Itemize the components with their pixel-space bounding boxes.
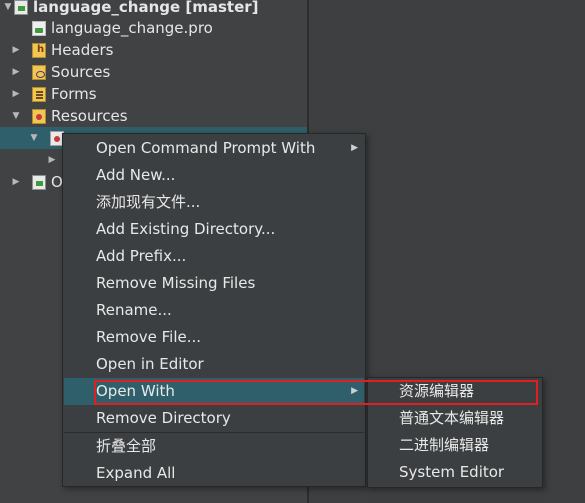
menu-item-label: Add New... [96, 166, 176, 184]
submenu-item-system-editor[interactable]: System Editor [369, 459, 541, 486]
menu-item-label: 折叠全部 [96, 437, 157, 455]
menu-item-remove-directory[interactable]: Remove Directory [64, 405, 364, 432]
chevron-down-icon[interactable]: ▼ [11, 105, 21, 127]
tree-item-label: Headers [51, 41, 114, 59]
tree-item-headers[interactable]: ▶ Headers [0, 39, 307, 61]
menu-item-remove-file[interactable]: Remove File... [64, 324, 364, 351]
submenu-item-label: 普通文本编辑器 [399, 409, 505, 427]
menu-item-label: 添加现有文件... [96, 193, 201, 211]
submenu-item-binary-editor[interactable]: 二进制编辑器 [369, 432, 541, 459]
chevron-right-icon[interactable]: ▶ [11, 61, 21, 83]
tree-item-label: Sources [51, 63, 111, 81]
menu-item-open-in-editor[interactable]: Open in Editor [64, 351, 364, 378]
menu-item-expand-all[interactable]: Expand All [64, 460, 364, 487]
menu-item-label: Expand All [96, 464, 176, 482]
menu-item-collapse-all[interactable]: 折叠全部 [64, 433, 364, 460]
other-files-icon [32, 175, 46, 190]
sources-folder-icon [32, 65, 46, 80]
submenu-item-label: System Editor [399, 463, 505, 481]
menu-item-add-existing-directory[interactable]: Add Existing Directory... [64, 216, 364, 243]
forms-folder-icon [32, 87, 46, 102]
tree-item-label: Forms [51, 85, 97, 103]
chevron-right-icon[interactable]: ▶ [11, 171, 21, 193]
tree-item-forms[interactable]: ▶ Forms [0, 83, 307, 105]
chevron-right-icon[interactable]: ▶ [47, 149, 57, 171]
menu-item-add-new[interactable]: Add New... [64, 162, 364, 189]
tree-item-label: language_change.pro [51, 19, 213, 37]
chevron-right-icon[interactable]: ▶ [11, 39, 21, 61]
tree-item-label: Resources [51, 107, 128, 125]
submenu-arrow-icon: ▶ [351, 143, 358, 153]
menu-item-label: Remove File... [96, 328, 202, 346]
submenu-item-plain-text-editor[interactable]: 普通文本编辑器 [369, 405, 541, 432]
annotation-highlight-box [94, 380, 538, 405]
menu-item-add-existing-files[interactable]: 添加现有文件... [64, 189, 364, 216]
pro-file-icon [32, 21, 46, 36]
menu-item-remove-missing-files[interactable]: Remove Missing Files [64, 270, 364, 297]
context-menu: Open Command Prompt With ▶ Add New... 添加… [62, 133, 366, 487]
menu-item-label: Open in Editor [96, 355, 204, 373]
menu-item-add-prefix[interactable]: Add Prefix... [64, 243, 364, 270]
chevron-right-icon[interactable]: ▶ [11, 83, 21, 105]
menu-item-label: Add Existing Directory... [96, 220, 276, 238]
menu-item-label: Remove Missing Files [96, 274, 256, 292]
resources-folder-icon [32, 109, 46, 124]
tree-item-resources[interactable]: ▼ Resources [0, 105, 307, 127]
menu-item-label: Add Prefix... [96, 247, 187, 265]
menu-item-label: Rename... [96, 301, 172, 319]
tree-item-sources[interactable]: ▶ Sources [0, 61, 307, 83]
menu-item-label: Remove Directory [96, 409, 231, 427]
tree-item-pro-file[interactable]: language_change.pro [0, 17, 307, 39]
qt-project-icon [14, 0, 28, 15]
menu-item-rename[interactable]: Rename... [64, 297, 364, 324]
menu-item-label: Open Command Prompt With [96, 139, 316, 157]
chevron-down-icon[interactable]: ▼ [3, 0, 13, 18]
tree-item-label: language_change [master] [33, 0, 259, 16]
tree-item-project-root[interactable]: ▼ language_change [master] [0, 0, 307, 18]
submenu-item-label: 二进制编辑器 [399, 436, 490, 454]
chevron-down-icon[interactable]: ▼ [29, 127, 39, 149]
menu-item-open-command-prompt[interactable]: Open Command Prompt With ▶ [64, 135, 364, 162]
headers-folder-icon [32, 43, 46, 58]
